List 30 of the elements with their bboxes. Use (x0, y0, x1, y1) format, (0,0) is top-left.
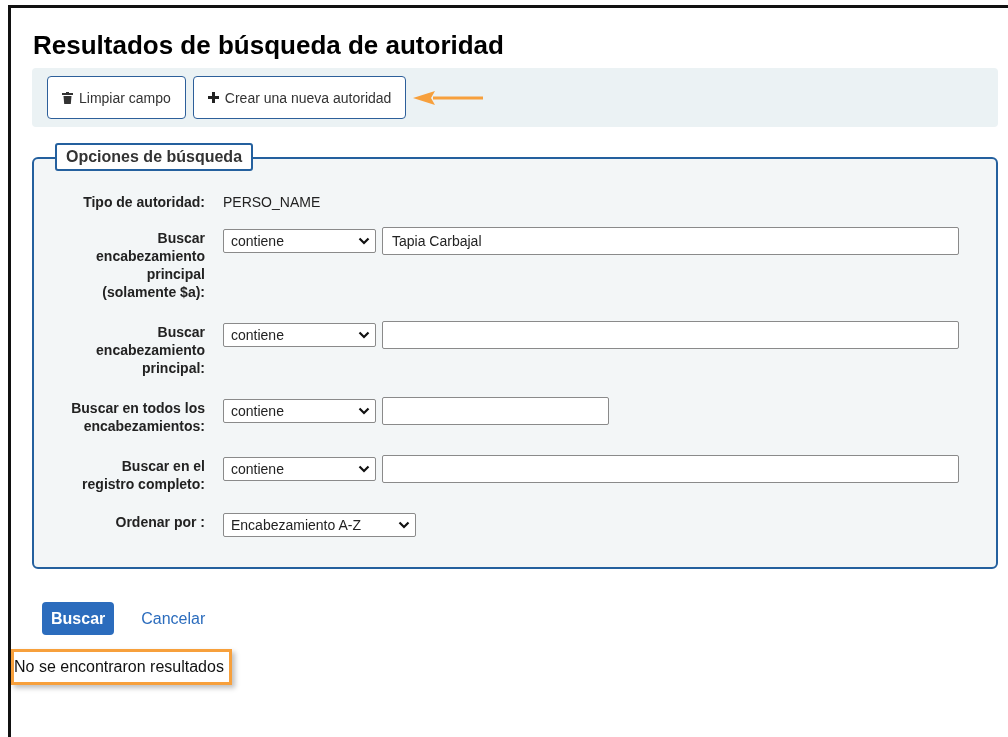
plus-icon (207, 92, 219, 103)
search-input[interactable]: Tapia Carbajal (382, 227, 959, 255)
search-button[interactable]: Buscar (42, 602, 115, 635)
no-results-message: No se encontraron resultados (11, 649, 232, 685)
sort-select[interactable]: Encabezamiento A-Z (223, 513, 416, 537)
chevron-down-icon (358, 407, 370, 415)
panel-legend: Opciones de búsqueda (55, 143, 254, 171)
operator-select[interactable]: contiene (223, 323, 376, 347)
search-input[interactable] (382, 321, 959, 349)
field-label: Tipo de autoridad: (82, 193, 205, 211)
page-title: Resultados de búsqueda de autoridad (33, 29, 505, 62)
field-label: Buscar en todos los encabezamientos: (70, 399, 205, 435)
chevron-down-icon (358, 465, 370, 473)
field-label: Buscar encabezamiento principal: (95, 323, 205, 377)
chevron-down-icon (358, 237, 370, 245)
operator-select[interactable]: contiene (223, 229, 376, 253)
field-label: Buscar encabezamiento principal (solamente $a): (95, 229, 205, 301)
new-authority-button[interactable]: Crear una nueva autoridad (192, 76, 407, 119)
chevron-down-icon (358, 331, 370, 339)
authority-type-value: PERSO_NAME (223, 193, 321, 211)
operator-select[interactable]: contiene (223, 399, 376, 423)
field-label: Buscar en el registro completo: (81, 457, 205, 493)
search-input[interactable] (382, 455, 959, 483)
chevron-down-icon (398, 521, 410, 529)
cancel-link[interactable]: Cancelar (141, 609, 206, 628)
trash-icon (62, 91, 73, 104)
search-input[interactable] (382, 397, 609, 425)
field-label: Ordenar por : (114, 513, 205, 531)
clear-field-button[interactable]: Limpiar campo (47, 76, 186, 119)
operator-select[interactable]: contiene (223, 457, 376, 481)
